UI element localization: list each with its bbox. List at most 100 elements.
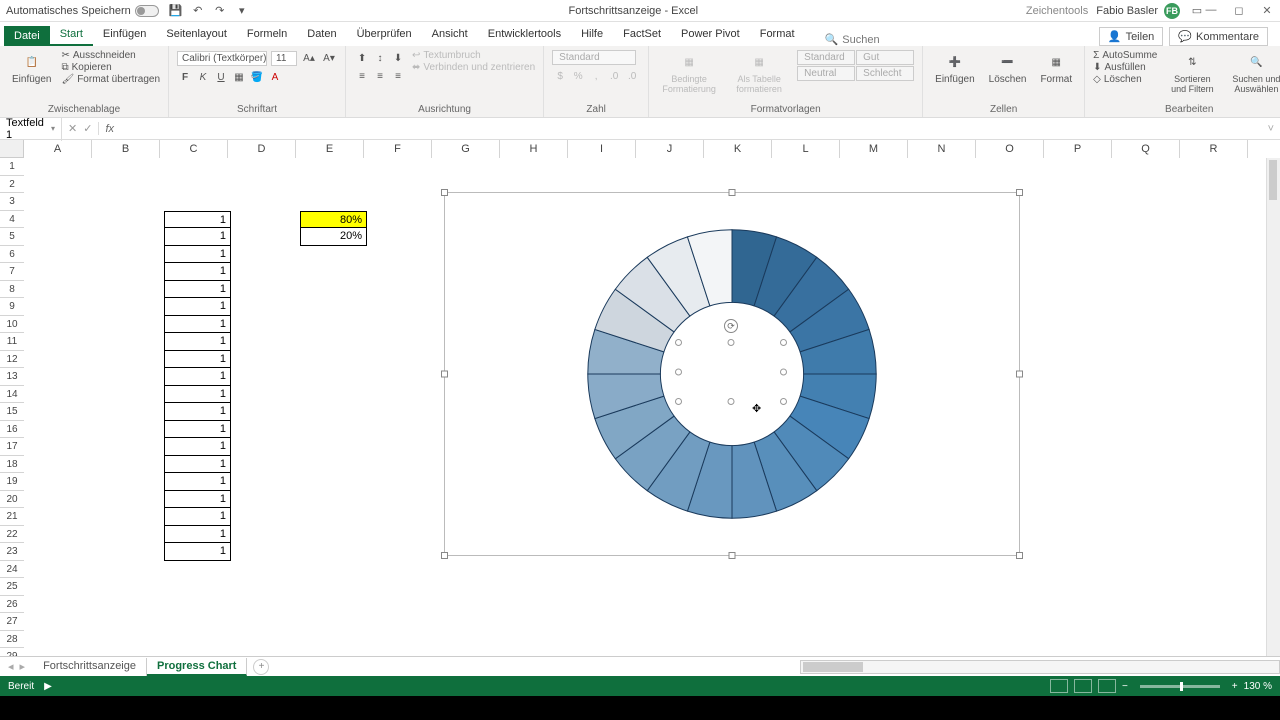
style-standard[interactable]: Standard [797,50,855,65]
cond-format-button[interactable]: ▦Bedingte Formatierung [657,50,721,102]
align-bottom-icon[interactable]: ⬇ [390,50,406,66]
tab-entwicklertools[interactable]: Entwicklertools [478,24,571,46]
bold-button[interactable]: F [177,69,193,85]
cell-c15[interactable]: 1 [164,386,231,404]
inc-decimal-icon[interactable]: .0 [606,68,622,84]
cell-c24[interactable]: 1 [164,543,231,561]
tab-power pivot[interactable]: Power Pivot [671,24,750,46]
zoom-slider[interactable] [1140,685,1220,688]
tab-start[interactable]: Start [50,24,93,46]
autosum-button[interactable]: ΣAutoSumme [1093,50,1157,61]
ribbon-mode-icon[interactable]: ▭ [1190,4,1204,18]
comments-button[interactable]: 💬Kommentare [1169,27,1268,46]
sheet-prev-icon[interactable]: ◂ [8,660,14,673]
align-top-icon[interactable]: ⬆ [354,50,370,66]
textbox-selection[interactable]: ⟳ [679,343,783,401]
redo-icon[interactable]: ↷ [213,4,227,18]
style-gut[interactable]: Gut [856,50,914,65]
cell-e6[interactable]: 20% [300,228,367,246]
find-select-button[interactable]: 🔍Suchen und Auswählen [1227,50,1280,102]
vertical-scrollbar[interactable] [1266,158,1280,656]
row-header-6[interactable]: 6 [0,246,24,264]
col-header-J[interactable]: J [636,140,704,158]
col-header-K[interactable]: K [704,140,772,158]
col-header-A[interactable]: A [24,140,92,158]
row-header-16[interactable]: 16 [0,421,24,439]
align-center-icon[interactable]: ≡ [372,68,388,84]
style-neutral[interactable]: Neutral [797,66,855,81]
cell-c13[interactable]: 1 [164,351,231,369]
fx-icon[interactable]: fx [99,123,120,135]
tb-handle-s[interactable] [728,398,735,405]
add-sheet-button[interactable]: + [253,659,269,675]
grow-font-icon[interactable]: A▴ [301,50,317,66]
cell-c6[interactable]: 1 [164,228,231,246]
insert-cells-button[interactable]: ➕Einfügen [931,50,978,102]
row-header-4[interactable]: 4 [0,211,24,229]
tb-handle-w[interactable] [675,369,682,376]
cell-c5[interactable]: 1 [164,211,231,229]
col-header-L[interactable]: L [772,140,840,158]
font-color-button[interactable]: A [267,69,283,85]
row-header-2[interactable]: 2 [0,176,24,194]
cell-e5[interactable]: 80% [300,211,367,229]
tab-daten[interactable]: Daten [297,24,346,46]
name-box-dropdown-icon[interactable]: ▾ [51,124,55,133]
resize-handle-n[interactable] [729,189,736,196]
cancel-formula-icon[interactable]: ✕ [68,122,77,135]
vscroll-thumb[interactable] [1269,160,1277,200]
hscroll-thumb[interactable] [803,662,863,672]
tab-hilfe[interactable]: Hilfe [571,24,613,46]
tb-handle-nw[interactable] [675,339,682,346]
cell-c12[interactable]: 1 [164,333,231,351]
col-header-O[interactable]: O [976,140,1044,158]
row-header-15[interactable]: 15 [0,403,24,421]
currency-icon[interactable]: $ [552,68,568,84]
cell-c16[interactable]: 1 [164,403,231,421]
tab-file[interactable]: Datei [4,26,50,46]
tab-einfügen[interactable]: Einfügen [93,24,156,46]
context-tab[interactable]: Zeichentools [1018,3,1096,19]
format-painter-button[interactable]: 🖌Format übertragen [61,74,160,85]
tb-handle-sw[interactable] [675,398,682,405]
qat-dropdown-icon[interactable]: ▾ [235,4,249,18]
row-header-20[interactable]: 20 [0,491,24,509]
sheet-next-icon[interactable]: ▸ [20,660,26,673]
macro-record-icon[interactable]: ▶ [44,681,52,692]
shrink-font-icon[interactable]: A▾ [321,50,337,66]
col-header-R[interactable]: R [1180,140,1248,158]
row-header-12[interactable]: 12 [0,351,24,369]
tab-seitenlayout[interactable]: Seitenlayout [156,24,237,46]
resize-handle-sw[interactable] [441,552,448,559]
align-left-icon[interactable]: ≡ [354,68,370,84]
row-header-13[interactable]: 13 [0,368,24,386]
resize-handle-nw[interactable] [441,189,448,196]
cell-c18[interactable]: 1 [164,438,231,456]
fill-color-button[interactable]: 🪣 [249,69,265,85]
format-cells-button[interactable]: ▦Format [1036,50,1076,102]
cell-c17[interactable]: 1 [164,421,231,439]
col-header-D[interactable]: D [228,140,296,158]
tb-handle-n[interactable] [728,339,735,346]
share-button[interactable]: 👤Teilen [1099,27,1163,46]
italic-button[interactable]: K [195,69,211,85]
tb-handle-e[interactable] [780,369,787,376]
view-pagebreak-icon[interactable] [1098,679,1116,693]
underline-button[interactable]: U [213,69,229,85]
row-header-8[interactable]: 8 [0,281,24,299]
resize-handle-w[interactable] [441,371,448,378]
row-header-22[interactable]: 22 [0,526,24,544]
row-header-29[interactable]: 29 [0,648,24,656]
fill-button[interactable]: ⬇Ausfüllen [1093,62,1157,73]
tab-ansicht[interactable]: Ansicht [422,24,478,46]
zoom-level[interactable]: 130 % [1244,681,1272,692]
row-header-28[interactable]: 28 [0,631,24,649]
col-header-H[interactable]: H [500,140,568,158]
save-icon[interactable]: 💾 [169,4,183,18]
col-header-M[interactable]: M [840,140,908,158]
cell-c21[interactable]: 1 [164,491,231,509]
wrap-text-button[interactable]: ↩Textumbruch [412,50,535,61]
font-name-select[interactable]: Calibri (Textkörper) [177,51,267,66]
col-header-Q[interactable]: Q [1112,140,1180,158]
row-header-7[interactable]: 7 [0,263,24,281]
